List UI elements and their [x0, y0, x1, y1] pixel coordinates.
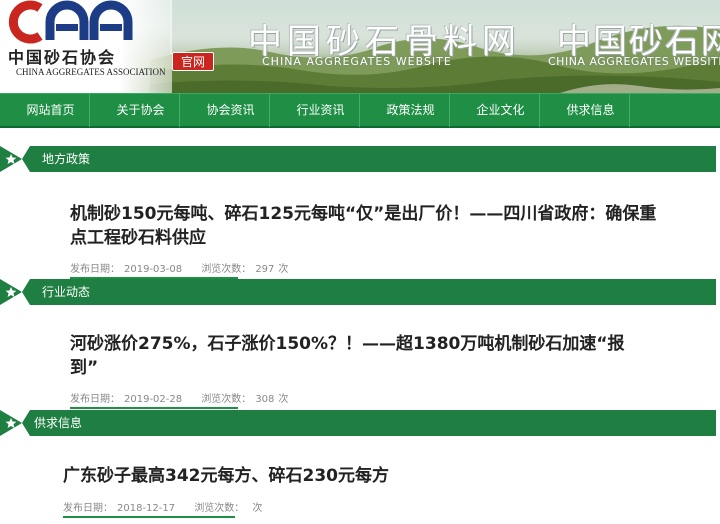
views-unit: 次	[278, 264, 289, 275]
nav-item-supply-demand[interactable]: 供求信息	[552, 94, 630, 127]
nav-item-policies[interactable]: 政策法规	[372, 94, 450, 127]
site-title-english-secondary: CHINA AGGREGATES WEBSITE	[548, 55, 720, 68]
section-label: 供求信息	[34, 416, 83, 430]
caa-logo-icon	[8, 0, 133, 44]
logo-panel[interactable]: 中国砂石协会 CHINA AGGREGATES ASSOCIATION	[0, 0, 172, 93]
views-label: 浏览次数：	[194, 503, 245, 514]
nav-item-industry-news[interactable]: 行业资讯	[282, 94, 360, 127]
main-nav: 网站首页 关于协会 协会资讯 行业资讯 政策法规 企业文化 供求信息	[0, 93, 720, 128]
article-title-link[interactable]: 广东砂子最高342元每方、碎石230元每方	[63, 464, 663, 488]
article-meta: 发布日期： 2019-03-08 浏览次数： 297 次	[70, 260, 292, 279]
section-bar-local-policy[interactable]: 地方政策	[0, 146, 716, 172]
meta-underline	[63, 516, 235, 518]
publish-date: 2018-12-17	[117, 503, 176, 514]
site-title-english: CHINA AGGREGATES WEBSITE	[262, 55, 452, 68]
views-unit: 次	[278, 394, 289, 405]
section-label: 行业动态	[42, 285, 91, 299]
official-site-badge: 官网	[172, 52, 214, 71]
section-bar-cap	[0, 279, 30, 305]
view-count: 308	[255, 394, 275, 405]
view-count: 297	[255, 264, 275, 275]
publish-date: 2019-03-08	[124, 264, 183, 275]
logo-english-name: CHINA AGGREGATES ASSOCIATION	[16, 67, 166, 77]
section-bar-industry-news[interactable]: 行业动态	[0, 279, 716, 305]
meta-underline	[70, 407, 238, 409]
section-bar-supply-demand[interactable]: 供求信息	[0, 410, 716, 436]
section-bar-cap	[0, 146, 30, 172]
article-meta: 发布日期： 2019-02-28 浏览次数： 308 次	[70, 390, 292, 409]
views-unit: 次	[252, 503, 263, 514]
section-label: 地方政策	[42, 152, 91, 166]
views-label: 浏览次数：	[201, 264, 252, 275]
logo-chinese-name: 中国砂石协会	[8, 48, 117, 67]
nav-item-about[interactable]: 关于协会	[102, 94, 180, 127]
site-banner: 中国砂石协会 CHINA AGGREGATES ASSOCIATION 官网 中…	[0, 0, 720, 93]
date-label: 发布日期：	[63, 503, 113, 514]
nav-item-culture[interactable]: 企业文化	[462, 94, 540, 127]
publish-date: 2019-02-28	[124, 394, 183, 405]
article-title-link[interactable]: 机制砂150元每吨、碎石125元每吨“仅”是出厂价！——四川省政府：确保重点工程…	[70, 202, 670, 250]
section-bar-cap	[0, 410, 30, 436]
nav-item-home[interactable]: 网站首页	[12, 94, 90, 127]
article-meta: 发布日期： 2018-12-17 浏览次数： 次	[63, 499, 266, 518]
date-label: 发布日期：	[70, 394, 120, 405]
views-label: 浏览次数：	[201, 394, 252, 405]
date-label: 发布日期：	[70, 264, 120, 275]
article-title-link[interactable]: 河砂涨价275%，石子涨价150%？！——超1380万吨机制砂石加速“报到”	[70, 332, 650, 380]
nav-item-association-news[interactable]: 协会资讯	[192, 94, 270, 127]
